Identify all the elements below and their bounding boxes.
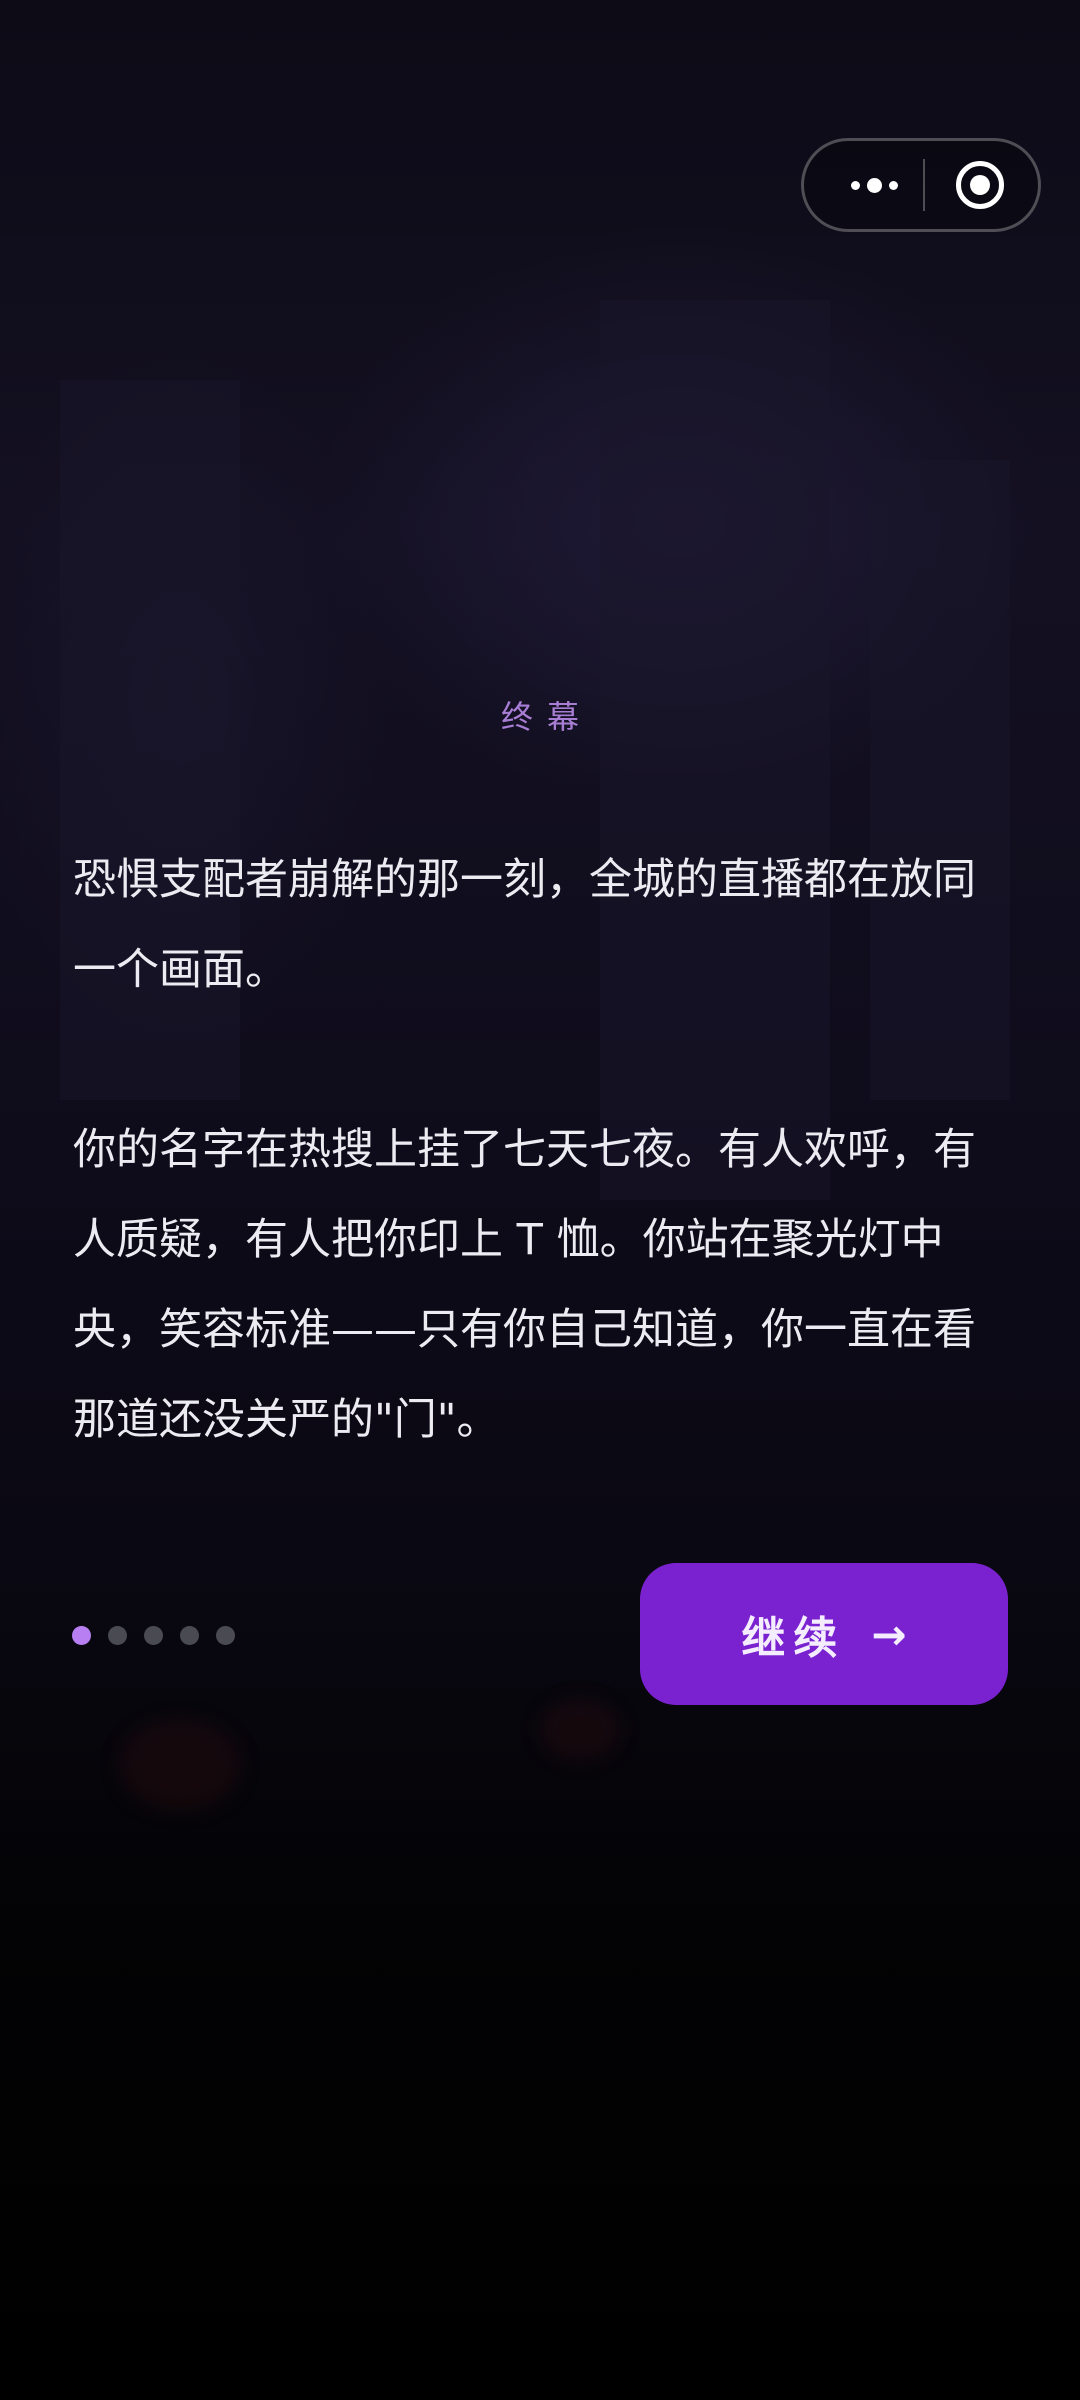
story-paragraph: 你的名字在热搜上挂了七天七夜。有人欢呼，有人质疑，有人把你印上 T 恤。你站在聚… [73,1125,976,1445]
page-dot [144,1625,163,1645]
page-dot [216,1625,235,1645]
page-dot [180,1625,199,1645]
page-dot [108,1625,127,1645]
bg-city-glow [540,1700,620,1760]
story-paragraph: 恐惧支配者崩解的那一刻，全城的直播都在放同一个画面。 [73,855,976,995]
more-dots-icon[interactable] [836,141,912,229]
mini-program-capsule [801,138,1041,232]
story-text: 恐惧支配者崩解的那一刻，全城的直播都在放同一个画面。 你的名字在热搜上挂了七天七… [73,835,1013,1465]
capsule-divider [923,159,925,211]
continue-button[interactable]: 继续 → [640,1563,1008,1705]
chapter-title: 终幕 [500,698,593,736]
bg-city-glow [120,1720,240,1810]
continue-label: 继续 [741,1613,846,1664]
arrow-right-icon: → [871,1609,907,1659]
page-dot-active [72,1625,91,1645]
page-indicator [72,1625,235,1645]
target-close-icon[interactable] [956,161,1004,209]
